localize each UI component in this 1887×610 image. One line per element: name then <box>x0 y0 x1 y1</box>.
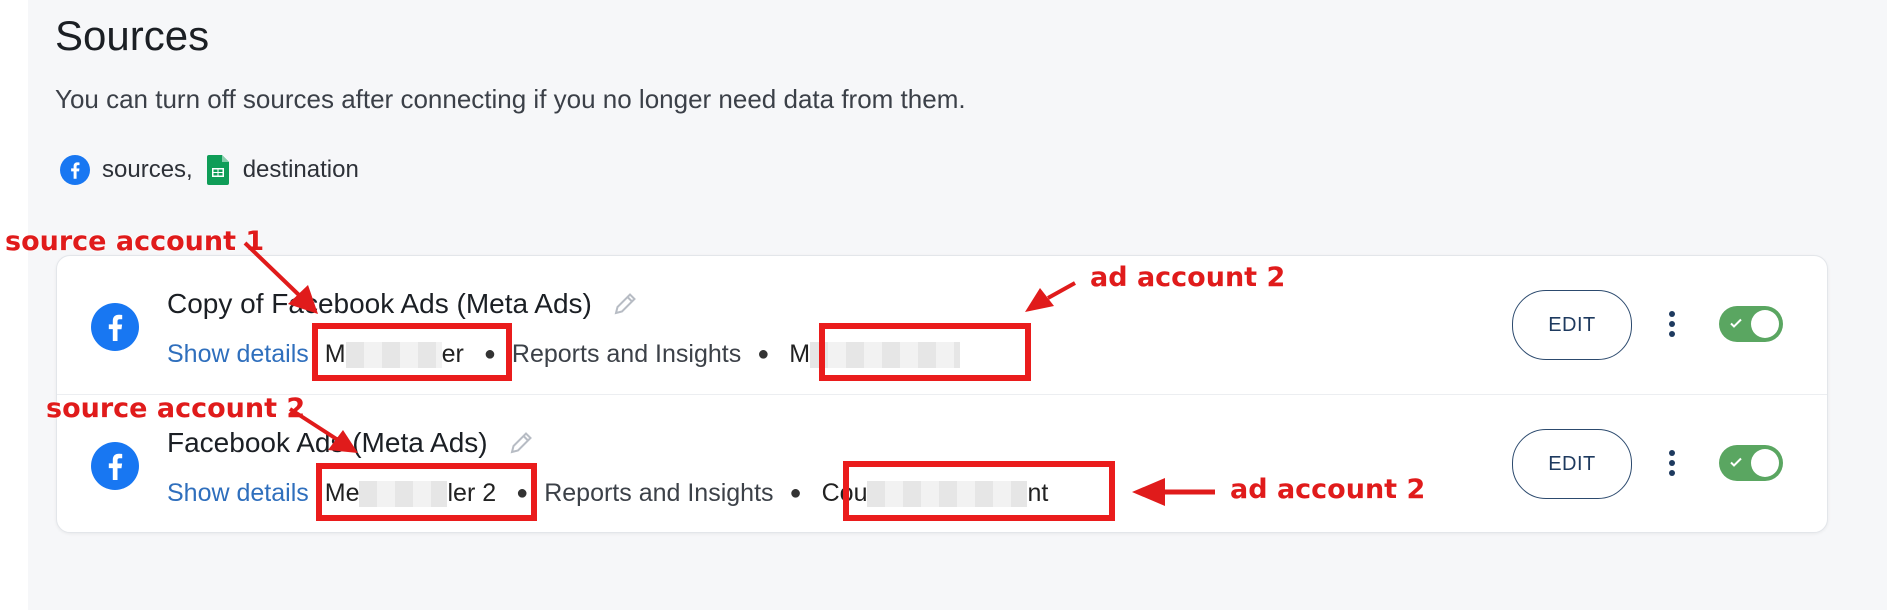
source-meta: Show details Mer ● Reports and Insights … <box>167 336 964 372</box>
source-name: Copy of Facebook Ads (Meta Ads) <box>167 288 640 320</box>
edit-button[interactable]: EDIT <box>1512 429 1632 499</box>
source-account: Me ler 2 <box>324 478 497 507</box>
source-account: Mer <box>324 339 464 368</box>
source-enabled-toggle[interactable] <box>1719 445 1783 481</box>
check-icon <box>1730 457 1742 467</box>
toggle-knob <box>1751 310 1779 338</box>
page-title: Sources <box>55 12 210 59</box>
edit-button[interactable]: EDIT <box>1512 290 1632 360</box>
separator-dot: ● <box>757 342 770 365</box>
pencil-icon[interactable] <box>506 428 536 458</box>
separator-dot: ● <box>516 481 529 504</box>
show-details-link[interactable]: Show details <box>167 479 309 508</box>
source-row: Copy of Facebook Ads (Meta Ads) Show det… <box>57 256 1827 394</box>
separator-dot: ● <box>483 342 496 365</box>
annotation-ad-account-bottom: ad account 2 <box>1230 474 1426 505</box>
redacted-text <box>359 480 448 507</box>
redacted-text <box>867 480 1028 507</box>
separator-dot: ● <box>789 481 802 504</box>
facebook-icon <box>91 303 139 351</box>
facebook-icon <box>60 155 90 185</box>
source-name: Facebook Ads (Meta Ads) <box>167 427 536 459</box>
toggle-knob <box>1751 449 1779 477</box>
sources-list-card: Copy of Facebook Ads (Meta Ads) Show det… <box>56 255 1828 533</box>
legend-destination-label: destination <box>242 156 359 183</box>
annotation-source-account-1: source account 1 <box>5 226 265 257</box>
source-row: Facebook Ads (Meta Ads) Show details Me l… <box>57 395 1827 533</box>
show-details-link[interactable]: Show details <box>167 340 309 369</box>
redacted-text <box>810 341 961 368</box>
check-icon <box>1730 318 1742 328</box>
google-sheets-icon <box>206 155 229 185</box>
source-name-text: Facebook Ads (Meta Ads) <box>167 427 488 458</box>
ad-account: M <box>785 340 964 369</box>
page-subtitle: You can turn off sources after connectin… <box>55 84 966 114</box>
kebab-menu-icon[interactable] <box>1661 302 1683 346</box>
legend-sources-label: sources, <box>102 156 193 183</box>
kebab-menu-icon[interactable] <box>1661 441 1683 485</box>
pencil-icon[interactable] <box>610 289 640 319</box>
source-meta: Show details Me ler 2 ● Reports and Insig… <box>167 475 1052 511</box>
source-destination-legend: sources, destination <box>60 150 359 190</box>
report-type: Reports and Insights <box>544 478 774 507</box>
report-type: Reports and Insights <box>511 339 742 368</box>
facebook-icon <box>91 442 139 490</box>
ad-account: Cou nt <box>821 478 1049 507</box>
annotation-ad-account-top: ad account 2 <box>1090 262 1286 293</box>
redacted-text <box>345 341 442 368</box>
source-enabled-toggle[interactable] <box>1719 306 1783 342</box>
source-name-text: Copy of Facebook Ads (Meta Ads) <box>167 288 592 319</box>
annotation-source-account-2: source account 2 <box>46 393 306 424</box>
